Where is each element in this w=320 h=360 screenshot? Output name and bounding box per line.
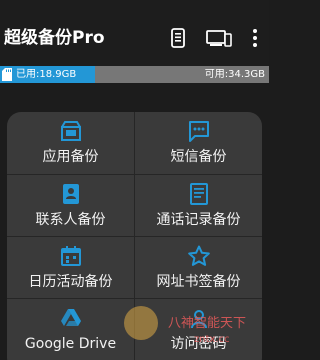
- storage-available-label: 可用:34.3GB: [204, 69, 265, 80]
- watermark: 八神智能天下 zntx.cc: [124, 304, 269, 360]
- watermark-logo: [124, 306, 158, 340]
- menu-item-sms-backup[interactable]: 短信备份: [135, 112, 262, 174]
- sd-card-icon: [2, 68, 12, 81]
- calendar-icon: [60, 246, 81, 266]
- menu-item-label: 联系人备份: [35, 212, 106, 228]
- menu-item-google-drive[interactable]: Google Drive: [7, 299, 134, 360]
- menu-item-contacts-backup[interactable]: 联系人备份: [7, 175, 134, 237]
- menu-item-label: 短信备份: [170, 149, 227, 165]
- backup-device-icon[interactable]: [170, 28, 186, 48]
- app-bar: 超级备份Pro: [0, 0, 269, 66]
- menu-item-label: 通话记录备份: [156, 212, 241, 228]
- watermark-text: 八神智能天下: [168, 316, 247, 331]
- app-icon: [60, 121, 81, 141]
- menu-item-label: 应用备份: [42, 149, 99, 165]
- sms-icon: [188, 121, 209, 142]
- storage-used-label: 已用:18.9GB: [16, 69, 77, 80]
- menu-item-call-log-backup[interactable]: 通话记录备份: [135, 175, 262, 237]
- menu-item-app-backup[interactable]: 应用备份: [7, 112, 134, 174]
- menu-item-label: 日历活动备份: [28, 274, 113, 290]
- menu-item-calendar-backup[interactable]: 日历活动备份: [7, 237, 134, 299]
- app-title: 超级备份Pro: [4, 28, 105, 48]
- call-log-icon: [189, 183, 208, 205]
- menu-item-bookmarks-backup[interactable]: 网址书签备份: [135, 237, 262, 299]
- menu-item-label: 网址书签备份: [156, 274, 241, 290]
- contacts-icon: [62, 184, 79, 204]
- google-drive-icon: [60, 309, 81, 326]
- star-icon: [187, 245, 210, 266]
- devices-icon[interactable]: [206, 28, 232, 48]
- menu-item-label: Google Drive: [24, 336, 117, 352]
- watermark-url: zntx.cc: [194, 334, 230, 345]
- more-vert-icon[interactable]: [250, 28, 260, 48]
- storage-bar: 已用:18.9GB 可用:34.3GB: [0, 66, 269, 83]
